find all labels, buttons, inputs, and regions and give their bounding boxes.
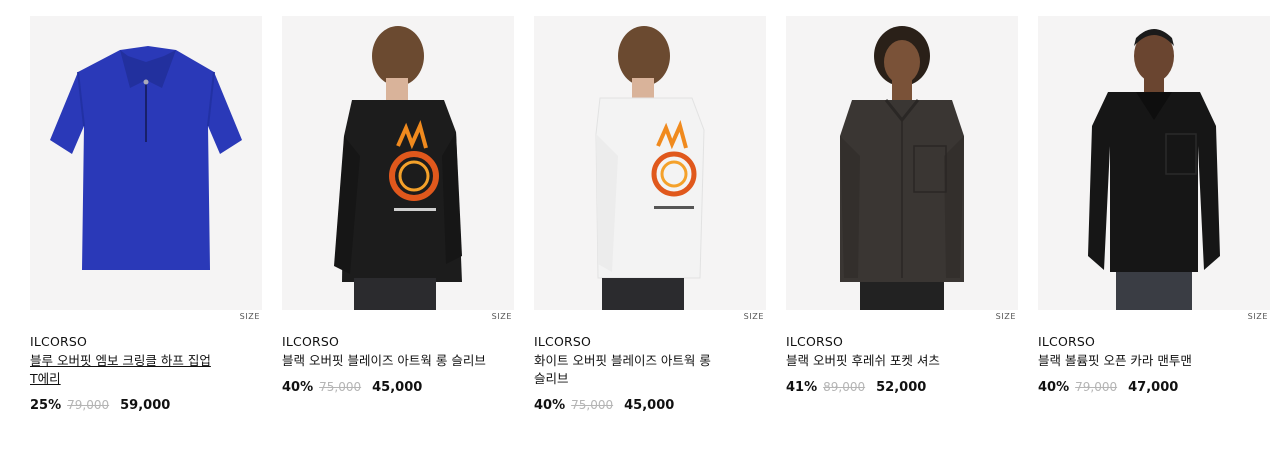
size-button[interactable]: SIZE xyxy=(240,312,260,321)
original-price: 89,000 xyxy=(823,380,866,394)
blue-half-zip-shirt-icon xyxy=(50,46,242,270)
sale-price: 47,000 xyxy=(1128,380,1179,395)
size-button[interactable]: SIZE xyxy=(996,312,1016,321)
product-brand: ILCORSO xyxy=(30,334,88,349)
product-image-link[interactable] xyxy=(534,16,766,310)
discount-rate: 25% xyxy=(30,398,62,413)
product-card[interactable]: SIZE ILCORSO 블랙 오버핏 블레이즈 아트웍 롱 슬리브 40% 7… xyxy=(282,16,514,413)
product-image-link[interactable] xyxy=(30,16,262,310)
product-card[interactable]: SIZE ILCORSO 블랙 볼륨핏 오픈 카라 맨투맨 40% 79,000… xyxy=(1038,16,1270,413)
price-row: 40% 79,000 47,000 xyxy=(1038,380,1270,395)
product-card[interactable]: SIZE ILCORSO 블랙 오버핏 후레쉬 포켓 셔츠 41% 89,000… xyxy=(786,16,1018,413)
product-image-link[interactable] xyxy=(1038,16,1270,310)
price-row: 40% 75,000 45,000 xyxy=(534,398,766,413)
product-name-link[interactable]: 블루 오버핏 엠보 크링클 하프 집업 T에리 xyxy=(30,352,240,388)
product-name-link[interactable]: 블랙 볼륨핏 오픈 카라 맨투맨 xyxy=(1038,352,1248,370)
black-open-collar-sweatshirt-model-icon xyxy=(1088,29,1220,310)
discount-rate: 40% xyxy=(1038,380,1070,395)
product-brand: ILCORSO xyxy=(534,334,592,349)
product-name-link[interactable]: 블랙 오버핏 블레이즈 아트웍 롱 슬리브 xyxy=(282,352,492,370)
price-row: 25% 79,000 59,000 xyxy=(30,398,262,413)
size-button[interactable]: SIZE xyxy=(744,312,764,321)
sale-price: 52,000 xyxy=(876,380,927,395)
discount-rate: 41% xyxy=(786,380,818,395)
product-brand: ILCORSO xyxy=(1038,334,1096,349)
white-long-sleeve-model-back-icon xyxy=(595,26,705,310)
product-name-link[interactable]: 블랙 오버핏 후레쉬 포켓 셔츠 xyxy=(786,352,996,370)
price-row: 40% 75,000 45,000 xyxy=(282,380,514,395)
sale-price: 45,000 xyxy=(372,380,423,395)
size-button[interactable]: SIZE xyxy=(492,312,512,321)
price-row: 41% 89,000 52,000 xyxy=(786,380,1018,395)
original-price: 75,000 xyxy=(319,380,362,394)
product-image-link[interactable] xyxy=(282,16,514,310)
product-brand: ILCORSO xyxy=(282,334,340,349)
product-image-link[interactable] xyxy=(786,16,1018,310)
black-long-sleeve-model-back-icon xyxy=(334,26,462,310)
sale-price: 59,000 xyxy=(120,398,171,413)
product-card[interactable]: SIZE ILCORSO 블루 오버핏 엠보 크링클 하프 집업 T에리 25%… xyxy=(30,16,262,413)
black-pocket-shirt-model-icon xyxy=(840,26,964,310)
product-brand: ILCORSO xyxy=(786,334,844,349)
original-price: 79,000 xyxy=(67,398,110,412)
sale-price: 45,000 xyxy=(624,398,675,413)
product-card[interactable]: SIZE ILCORSO 화이트 오버핏 블레이즈 아트웍 롱 슬리브 40% … xyxy=(534,16,766,413)
size-button[interactable]: SIZE xyxy=(1248,312,1268,321)
discount-rate: 40% xyxy=(534,398,566,413)
original-price: 79,000 xyxy=(1075,380,1118,394)
original-price: 75,000 xyxy=(571,398,614,412)
product-grid: SIZE ILCORSO 블루 오버핏 엠보 크링클 하프 집업 T에리 25%… xyxy=(30,16,1270,413)
product-name-link[interactable]: 화이트 오버핏 블레이즈 아트웍 롱 슬리브 xyxy=(534,352,744,388)
discount-rate: 40% xyxy=(282,380,314,395)
